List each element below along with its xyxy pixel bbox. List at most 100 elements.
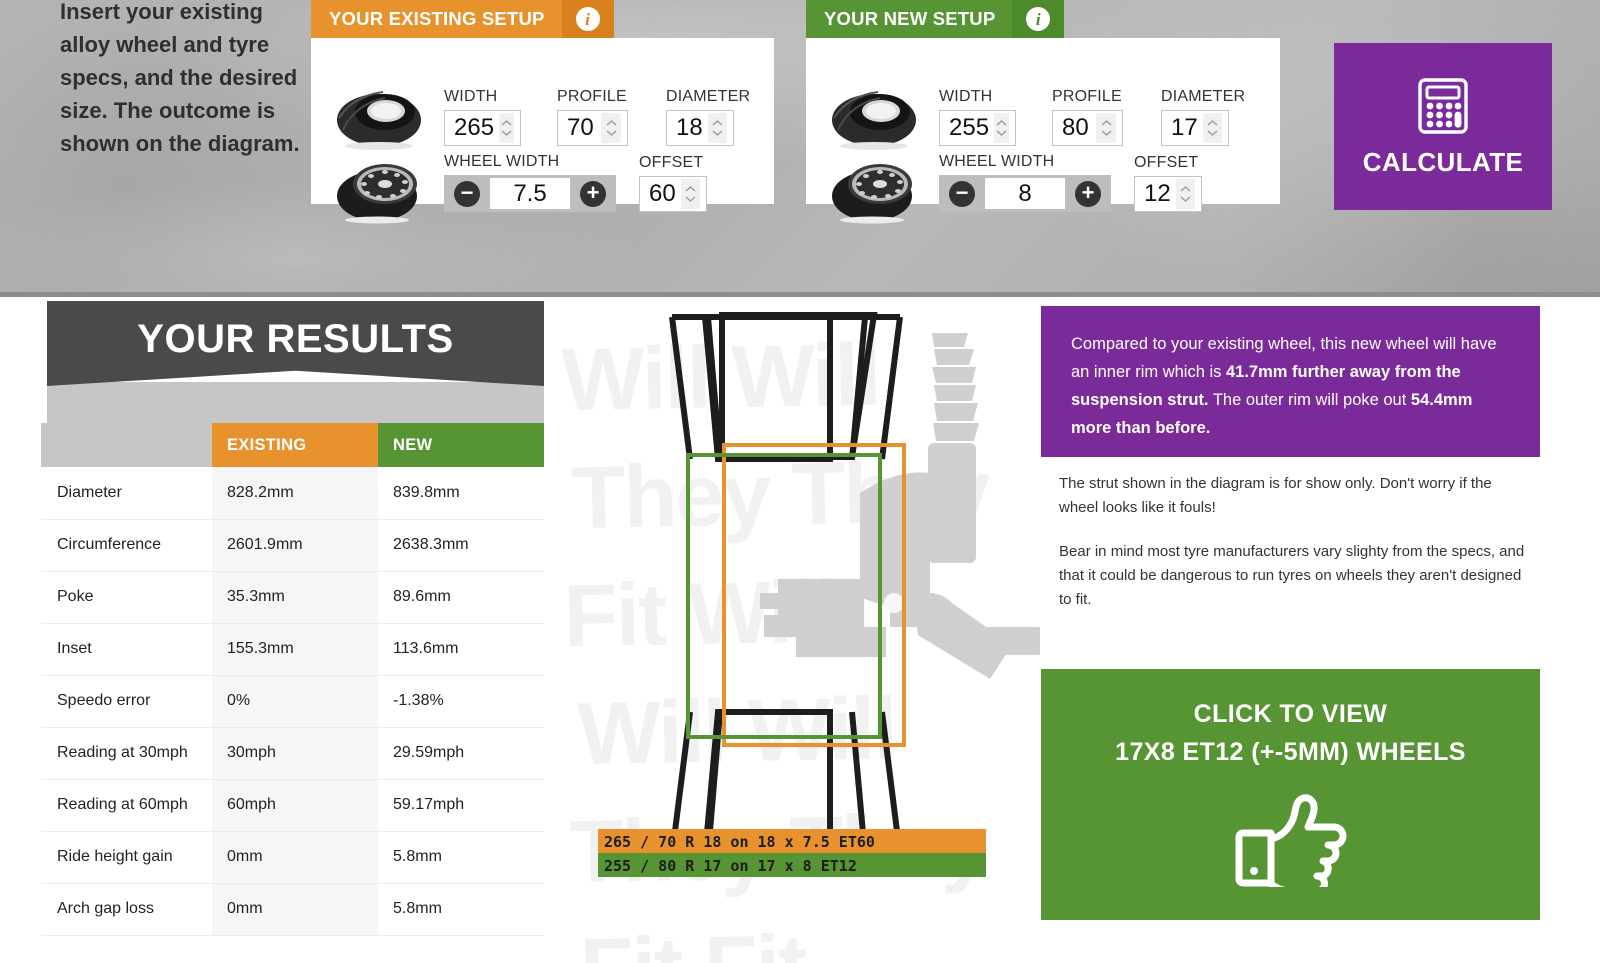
manufacturer-variance-note: Bear in mind most tyre manufacturers var…: [1059, 543, 1525, 608]
new-wheel-width-stepper[interactable]: − 8 +: [939, 175, 1111, 212]
strut-disclaimer-note: The strut shown in the diagram is for sh…: [1059, 475, 1492, 516]
existing-wheel-width-stepper[interactable]: − 7.5 +: [444, 175, 616, 212]
tyre-icon: [337, 91, 421, 150]
calculator-icon: [1418, 78, 1468, 134]
cell-new: 5.8mm: [378, 831, 544, 884]
cell-metric: Speedo error: [41, 675, 212, 728]
cell-existing: 0%: [212, 675, 378, 728]
table-row: Circumference 2601.9mm 2638.3mm: [41, 519, 544, 572]
new-setup-body: WIDTH 255 PROFILE 80 DIAMETER 17 WHEEL W…: [806, 38, 1280, 224]
calculate-button[interactable]: CALCULATE: [1334, 43, 1552, 210]
cell-new: -1.38%: [378, 675, 544, 728]
cell-existing: 0mm: [212, 831, 378, 884]
cell-metric: Reading at 30mph: [41, 727, 212, 780]
existing-offset-input[interactable]: 60: [639, 176, 707, 212]
new-wheel-width-increment[interactable]: +: [1065, 175, 1111, 212]
new-diameter-field: DIAMETER 17: [1161, 88, 1245, 146]
cell-metric: Arch gap loss: [41, 883, 212, 936]
table-row: Arch gap loss 0mm 5.8mm: [41, 883, 544, 936]
existing-wheel-width-decrement[interactable]: −: [444, 175, 490, 212]
table-row: Diameter 828.2mm 839.8mm: [41, 467, 544, 520]
existing-offset-field: OFFSET 60: [639, 154, 707, 212]
cell-new: 89.6mm: [378, 571, 544, 624]
spinner-icon[interactable]: [1175, 179, 1195, 209]
existing-diameter-value: 18: [676, 114, 703, 141]
new-offset-input[interactable]: 12: [1134, 176, 1202, 212]
existing-width-field: WIDTH 265: [444, 88, 521, 146]
header-banner: Insert your existing alloy wheel and tyr…: [0, 0, 1600, 297]
info-icon: i: [575, 7, 600, 31]
new-offset-field: OFFSET 12: [1134, 154, 1202, 212]
table-header-row: EXISTING NEW: [41, 423, 544, 467]
new-diameter-input[interactable]: 17: [1161, 110, 1229, 146]
cell-existing: 155.3mm: [212, 623, 378, 676]
existing-wheel-artwork: [333, 84, 433, 229]
view-wheels-cta-button[interactable]: CLICK TO VIEW 17X8 ET12 (+-5MM) WHEELS: [1041, 669, 1540, 920]
new-profile-input[interactable]: 80: [1052, 110, 1123, 146]
new-wheel-width-field: WHEEL WIDTH − 8 +: [939, 153, 1111, 212]
existing-width-value: 265: [454, 114, 495, 141]
alloy-rim-icon: [337, 164, 417, 224]
existing-offset-value: 60: [649, 180, 676, 207]
cell-metric: Diameter: [41, 467, 212, 520]
new-wheel-width-value: 8: [985, 178, 1065, 209]
metric-column-header: [41, 423, 212, 467]
existing-wheel-width-increment[interactable]: +: [570, 175, 616, 212]
new-profile-value: 80: [1062, 114, 1089, 141]
existing-width-input[interactable]: 265: [444, 110, 521, 146]
new-width-field: WIDTH 255: [939, 88, 1016, 146]
spinner-icon[interactable]: [601, 113, 621, 143]
minus-icon: −: [454, 180, 480, 207]
results-table-body: Diameter 828.2mm 839.8mm Circumference 2601.…: [41, 467, 544, 936]
results-table-head: EXISTING NEW: [41, 423, 544, 467]
new-column-header: NEW: [378, 423, 544, 467]
cell-new: 59.17mph: [378, 779, 544, 832]
spinner-icon[interactable]: [499, 113, 514, 143]
existing-setup-title: YOUR EXISTING SETUP: [311, 0, 562, 38]
spinner-icon[interactable]: [680, 179, 700, 209]
summary-text-2: The outer rim will poke out: [1208, 391, 1411, 409]
calculate-label: CALCULATE: [1362, 147, 1524, 177]
spinner-icon[interactable]: [1096, 113, 1116, 143]
legend-text-existing: 265 / 70 R 18 on 18 x 7.5 ET60: [604, 833, 875, 851]
cell-new: 113.6mm: [378, 623, 544, 676]
existing-diameter-label: DIAMETER: [666, 88, 751, 105]
table-row: Ride height gain 0mm 5.8mm: [41, 831, 544, 884]
new-setup-title: YOUR NEW SETUP: [806, 0, 1013, 38]
new-width-input[interactable]: 255: [939, 110, 1016, 146]
new-info-button[interactable]: i: [1012, 0, 1065, 38]
new-fields: WIDTH 255 PROFILE 80 DIAMETER 17 WHEEL W…: [939, 88, 1245, 212]
existing-wheel-width-field: WHEEL WIDTH − 7.5 +: [444, 153, 616, 212]
existing-profile-input[interactable]: 70: [557, 110, 628, 146]
tyre-icon: [832, 91, 916, 150]
new-diameter-value: 17: [1171, 114, 1198, 141]
cell-metric: Inset: [41, 623, 212, 676]
table-row: Poke 35.3mm 89.6mm: [41, 571, 544, 624]
spinner-icon[interactable]: [1202, 113, 1222, 143]
comparison-summary: Compared to your existing wheel, this ne…: [1041, 306, 1540, 457]
existing-offset-label: OFFSET: [639, 154, 704, 171]
spinner-icon[interactable]: [707, 113, 727, 143]
new-width-value: 255: [949, 114, 990, 141]
cell-existing: 828.2mm: [212, 467, 378, 520]
existing-fields-row1: WIDTH 265 PROFILE 70 DIAMETER 18: [444, 88, 750, 146]
new-setup-panel: YOUR NEW SETUP i WIDTH 255 PROFILE 80 DI…: [806, 0, 1280, 224]
new-profile-label: PROFILE: [1052, 88, 1122, 105]
existing-diameter-input[interactable]: 18: [666, 110, 734, 146]
cell-existing: 35.3mm: [212, 571, 378, 624]
wheel-diagram: Will Will They They Fit Will Will Will T…: [560, 297, 1040, 963]
legend-text-new: 255 / 80 R 17 on 17 x 8 ET12: [604, 857, 857, 875]
cell-metric: Reading at 60mph: [41, 779, 212, 832]
results-header-banner: YOUR RESULTS: [47, 301, 544, 386]
spinner-icon[interactable]: [994, 113, 1009, 143]
minus-icon: −: [949, 180, 975, 207]
info-icon: i: [1026, 7, 1051, 31]
new-wheel-width-decrement[interactable]: −: [939, 175, 985, 212]
new-fields-row1: WIDTH 255 PROFILE 80 DIAMETER 17: [939, 88, 1245, 146]
new-wheel-artwork: [828, 84, 928, 229]
existing-info-button[interactable]: i: [561, 0, 614, 38]
cell-metric: Circumference: [41, 519, 212, 572]
intro-instructions: Insert your existing alloy wheel and tyr…: [60, 0, 300, 156]
results-table: EXISTING NEW Diameter 828.2mm 839.8mm Circu…: [41, 423, 544, 936]
plus-icon: +: [1075, 180, 1101, 207]
